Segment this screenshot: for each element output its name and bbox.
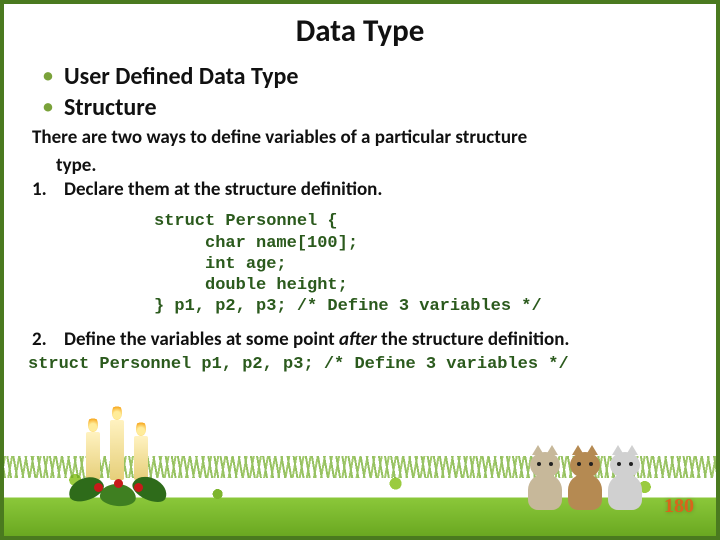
flame-icon	[88, 416, 98, 432]
cats-decoration	[526, 420, 646, 510]
item-text: Declare them at the structure definition…	[64, 178, 686, 202]
item-number: 1.	[32, 178, 64, 202]
intro-text-line2: type.	[56, 154, 686, 178]
flame-icon	[136, 420, 146, 436]
bullet-dot-icon: •	[42, 93, 54, 121]
bullet-label: Structure	[64, 93, 157, 122]
item-text-before: Define the variables at some point	[64, 328, 339, 351]
bullet-list: • User Defined Data Type • Structure	[42, 62, 716, 122]
berry-icon	[94, 483, 103, 492]
code-block-2: struct Personnel p1, p2, p3; /* Define 3…	[28, 355, 716, 374]
bullet-item: • User Defined Data Type	[42, 62, 716, 91]
candles-decoration	[64, 416, 174, 506]
bullet-label: User Defined Data Type	[64, 62, 298, 91]
cat-icon	[526, 452, 564, 510]
item-number: 2.	[32, 328, 64, 352]
list-item: 1. Declare them at the structure definit…	[32, 178, 686, 202]
item-text-after: the structure definition.	[377, 328, 570, 351]
berry-icon	[114, 479, 123, 488]
code-block-1: struct Personnel { char name[100]; int a…	[154, 211, 716, 317]
slide: Data Type • User Defined Data Type • Str…	[0, 0, 720, 540]
bullet-item: • Structure	[42, 93, 716, 122]
page-title: Data Type	[4, 12, 716, 50]
item-text-italic: after	[339, 328, 377, 351]
berry-icon	[134, 483, 143, 492]
intro-text-line1: There are two ways to define variables o…	[32, 126, 686, 150]
bullet-dot-icon: •	[42, 62, 54, 90]
cat-icon	[606, 452, 644, 510]
list-item: 2. Define the variables at some point af…	[32, 328, 686, 352]
cat-icon	[566, 452, 604, 510]
item-text: Define the variables at some point after…	[64, 328, 686, 352]
page-number: 180	[664, 495, 694, 518]
holly-icon	[64, 466, 174, 506]
flame-icon	[112, 404, 122, 420]
